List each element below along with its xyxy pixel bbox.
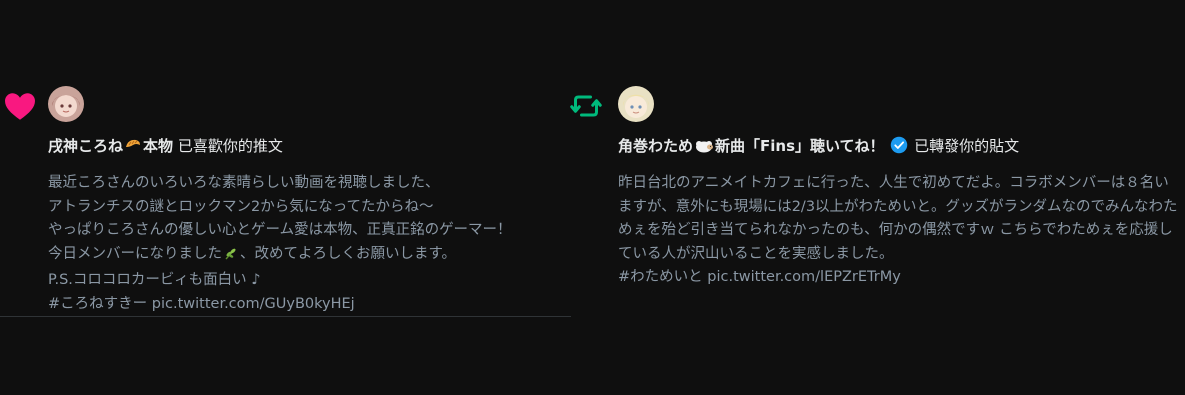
tweet-line-part: 今日メンバーになりました	[48, 245, 222, 262]
tweet-text[interactable]: 最近ころさんのいろいろな素晴らしい動画を視聴しました、 アトランチスの謎とロック…	[48, 172, 578, 316]
notification-headline: 角巻わため 新曲「Fins」聴いてね！ 已轉發你的貼文	[618, 136, 1019, 159]
notification-like[interactable]: 戌神ころね 本物 已喜歡你的推文 最近ころさんのいろいろな素晴らしい動画を視聴しま…	[0, 84, 571, 317]
retweet-icon	[568, 88, 604, 124]
avatar[interactable]	[48, 86, 84, 122]
verified-badge-icon	[890, 136, 908, 159]
user-name-suffix[interactable]: 新曲「Fins」聴いてね！	[715, 137, 885, 155]
user-name-suffix[interactable]: 本物	[143, 137, 173, 155]
action-text: 已轉發你的貼文	[914, 137, 1020, 155]
tweet-line: 今日メンバーになりました 、改めてよろしくお願いします。	[48, 243, 578, 270]
user-name[interactable]: 角巻わため	[618, 137, 693, 155]
hashtag-link[interactable]: #わためいと	[618, 269, 703, 285]
tweet-text[interactable]: 昨日台北のアニメイトカフェに行った、人生で初めてだよ。コラボメンバーは８名います…	[618, 172, 1178, 290]
pic-link[interactable]: pic.twitter.com/GUyB0kyHEj	[152, 296, 355, 312]
tweet-tags: #ころねすきー pic.twitter.com/GUyB0kyHEj	[48, 293, 578, 317]
tweet-line: P.S.コロコロカービィも面白い ♪	[48, 272, 261, 288]
notification-retweet[interactable]: 角巻わため 新曲「Fins」聴いてね！ 已轉發你的貼文 昨日台北のアニメイトカフェ…	[568, 84, 1185, 316]
herb-emoji	[223, 245, 239, 270]
tweet-body: 昨日台北のアニメイトカフェに行った、人生で初めてだよ。コラボメンバーは８名います…	[618, 175, 1178, 262]
tweet-line: アトランチスの謎とロックマン2から気になってたからね～	[48, 198, 434, 215]
hashtag-link[interactable]: #ころねすきー	[48, 296, 147, 312]
notification-headline: 戌神ころね 本物 已喜歡你的推文	[48, 136, 283, 159]
sheep-emoji	[694, 138, 714, 159]
tweet-line: やっぱりころさんの優しい心とゲーム愛は本物、正真正銘のゲーマー！	[48, 222, 512, 238]
avatar[interactable]	[618, 86, 654, 122]
tweet-line: 最近ころさんのいろいろな素晴らしい動画を視聴しました、	[48, 175, 440, 191]
tweet-tags: #わためいと pic.twitter.com/lEPZrETrMy	[618, 266, 1178, 290]
tweet-line-part: 、改めてよろしくお願いします。	[240, 245, 457, 262]
action-text: 已喜歡你的推文	[177, 137, 283, 155]
croissant-emoji	[124, 136, 142, 159]
user-name[interactable]: 戌神ころね	[48, 137, 123, 155]
heart-icon	[2, 88, 38, 124]
pic-link[interactable]: pic.twitter.com/lEPZrETrMy	[707, 269, 901, 285]
